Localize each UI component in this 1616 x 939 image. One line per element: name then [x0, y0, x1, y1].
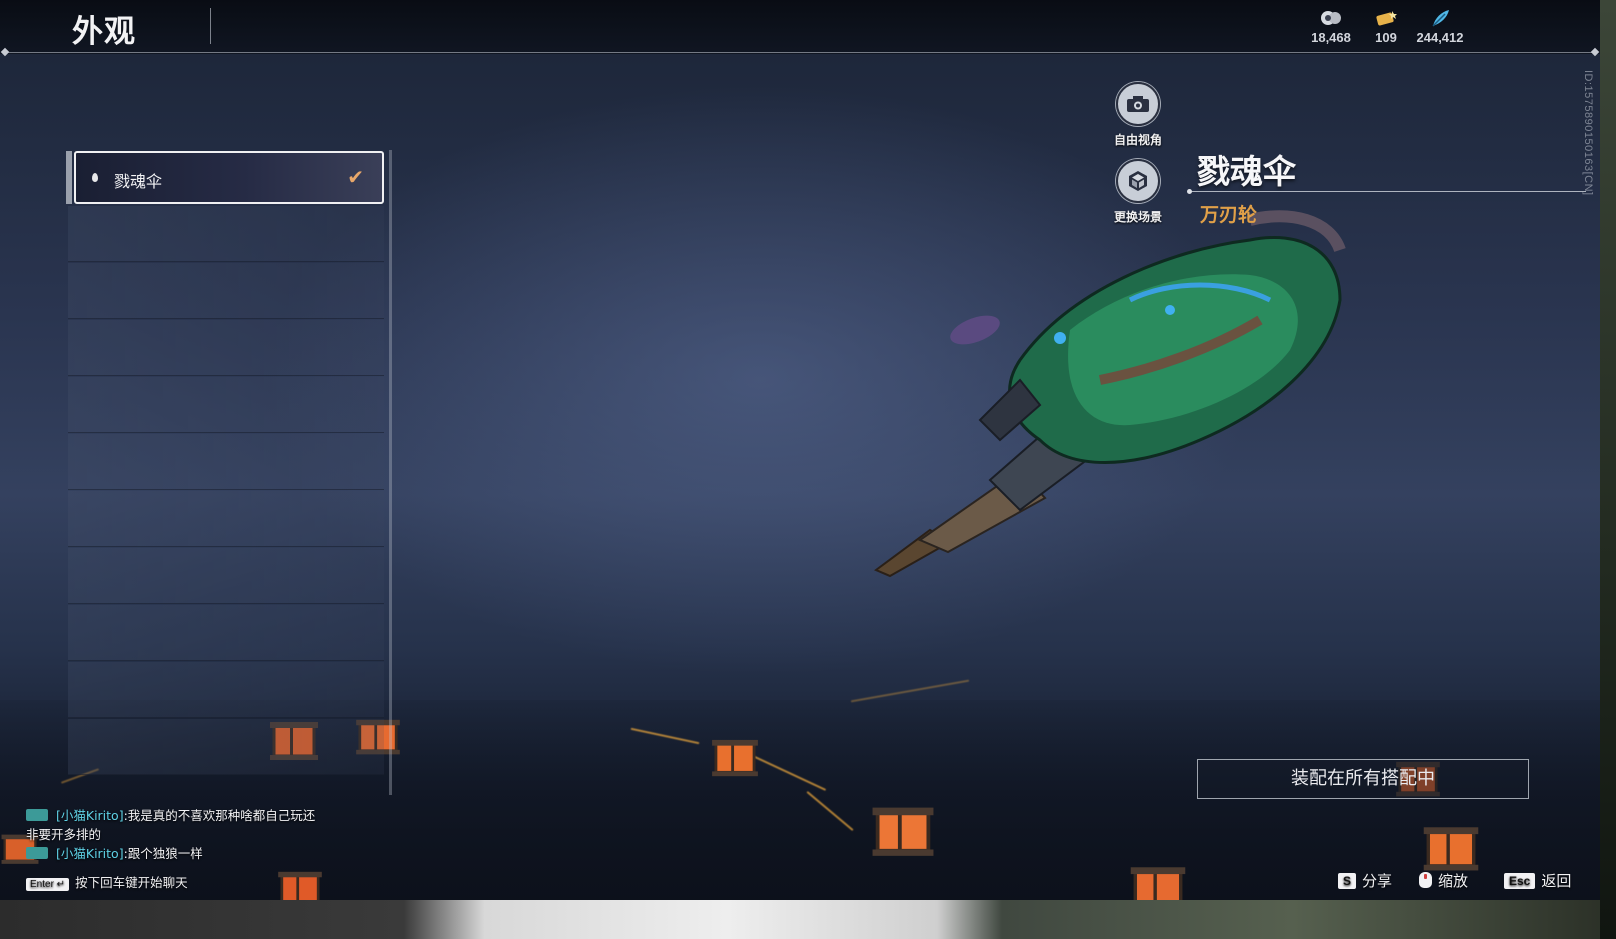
back-label: 返回	[1541, 872, 1572, 890]
water-glint	[850, 679, 970, 703]
share-label: 分享	[1362, 872, 1393, 890]
list-slot-empty	[68, 434, 384, 490]
currency-feather[interactable]: 244,412	[1405, 8, 1475, 45]
list-item-label: 戮魂伞	[114, 172, 163, 191]
camera-icon	[1116, 82, 1160, 126]
enter-key-icon: Enter ↵	[26, 878, 70, 891]
chat-message: [小猫Kirito]:跟个独狼一样	[26, 844, 326, 863]
title-separator	[210, 8, 211, 44]
change-scene-label: 更换场景	[1113, 210, 1162, 224]
back-hotkey[interactable]: Esc 返回	[1504, 870, 1571, 891]
player-id: ID:1575890150163[CN]	[1582, 70, 1594, 196]
free-view-button[interactable]: 自由视角	[1098, 82, 1178, 148]
esc-key-icon: Esc	[1504, 873, 1536, 889]
currency-value: 244,412	[1416, 30, 1464, 45]
rarity-dot-icon	[92, 173, 98, 182]
list-slot-empty	[68, 377, 384, 433]
free-view-label: 自由视角	[1113, 133, 1162, 147]
cube-icon	[1116, 159, 1160, 203]
floating-lantern	[1423, 827, 1479, 871]
floating-lantern	[872, 807, 934, 856]
share-hotkey[interactable]: S 分享	[1338, 870, 1392, 891]
item-category: 万刃轮	[1200, 204, 1258, 226]
chat-text: :跟个独狼一样	[123, 846, 203, 861]
list-scrollbar[interactable]	[389, 150, 392, 795]
desktop-edge	[1600, 0, 1616, 939]
mouse-icon	[1419, 872, 1432, 888]
list-slot-empty	[68, 548, 384, 604]
chat-message: [小猫Kirito]:我是真的不喜欢那种啥都自己玩还非要开多排的	[26, 806, 326, 844]
list-slot-empty	[68, 662, 384, 718]
list-slot-empty	[68, 605, 384, 661]
checkmark-icon: ✔	[347, 165, 364, 189]
list-item-selected[interactable]: 戮魂伞 ✔	[74, 151, 384, 204]
equip-all-button[interactable]: 装配在所有搭配中	[1197, 759, 1529, 799]
change-scene-button[interactable]: 更换场景	[1098, 159, 1178, 225]
chat-input-hint[interactable]: Enter ↵ 按下回车键开始聊天	[26, 872, 188, 891]
list-slot-empty	[68, 719, 384, 775]
webcam-overlay	[0, 900, 1616, 939]
chat-channel-icon	[26, 809, 48, 821]
chat-log[interactable]: [小猫Kirito]:我是真的不喜欢那种啥都自己玩还非要开多排的 [小猫Kiri…	[26, 806, 326, 863]
top-divider	[4, 52, 1596, 53]
selected-indicator	[66, 151, 72, 204]
gem-coin-icon	[1321, 11, 1341, 25]
item-divider	[1190, 191, 1586, 192]
share-key-icon: S	[1338, 873, 1357, 889]
chat-channel-icon	[26, 847, 48, 859]
list-slot-empty	[68, 263, 384, 319]
list-slot-empty	[68, 206, 384, 262]
feather-icon	[1432, 10, 1449, 27]
zoom-label: 缩放	[1438, 872, 1469, 890]
chat-hint-text: 按下回车键开始聊天	[75, 875, 188, 890]
floating-lantern	[278, 871, 322, 900]
chat-sender: [小猫Kirito]	[56, 846, 124, 861]
list-slot-empty	[68, 491, 384, 547]
item-name: 戮魂伞	[1197, 152, 1296, 191]
floating-lantern	[1130, 867, 1186, 900]
page-title: 外观	[72, 14, 136, 50]
weapon-model[interactable]	[870, 180, 1390, 580]
floating-lantern	[712, 739, 758, 777]
chat-sender: [小猫Kirito]	[56, 808, 124, 823]
ticket-icon	[1376, 11, 1397, 26]
list-slot-empty	[68, 320, 384, 376]
zoom-hotkey[interactable]: 缩放	[1419, 870, 1468, 891]
